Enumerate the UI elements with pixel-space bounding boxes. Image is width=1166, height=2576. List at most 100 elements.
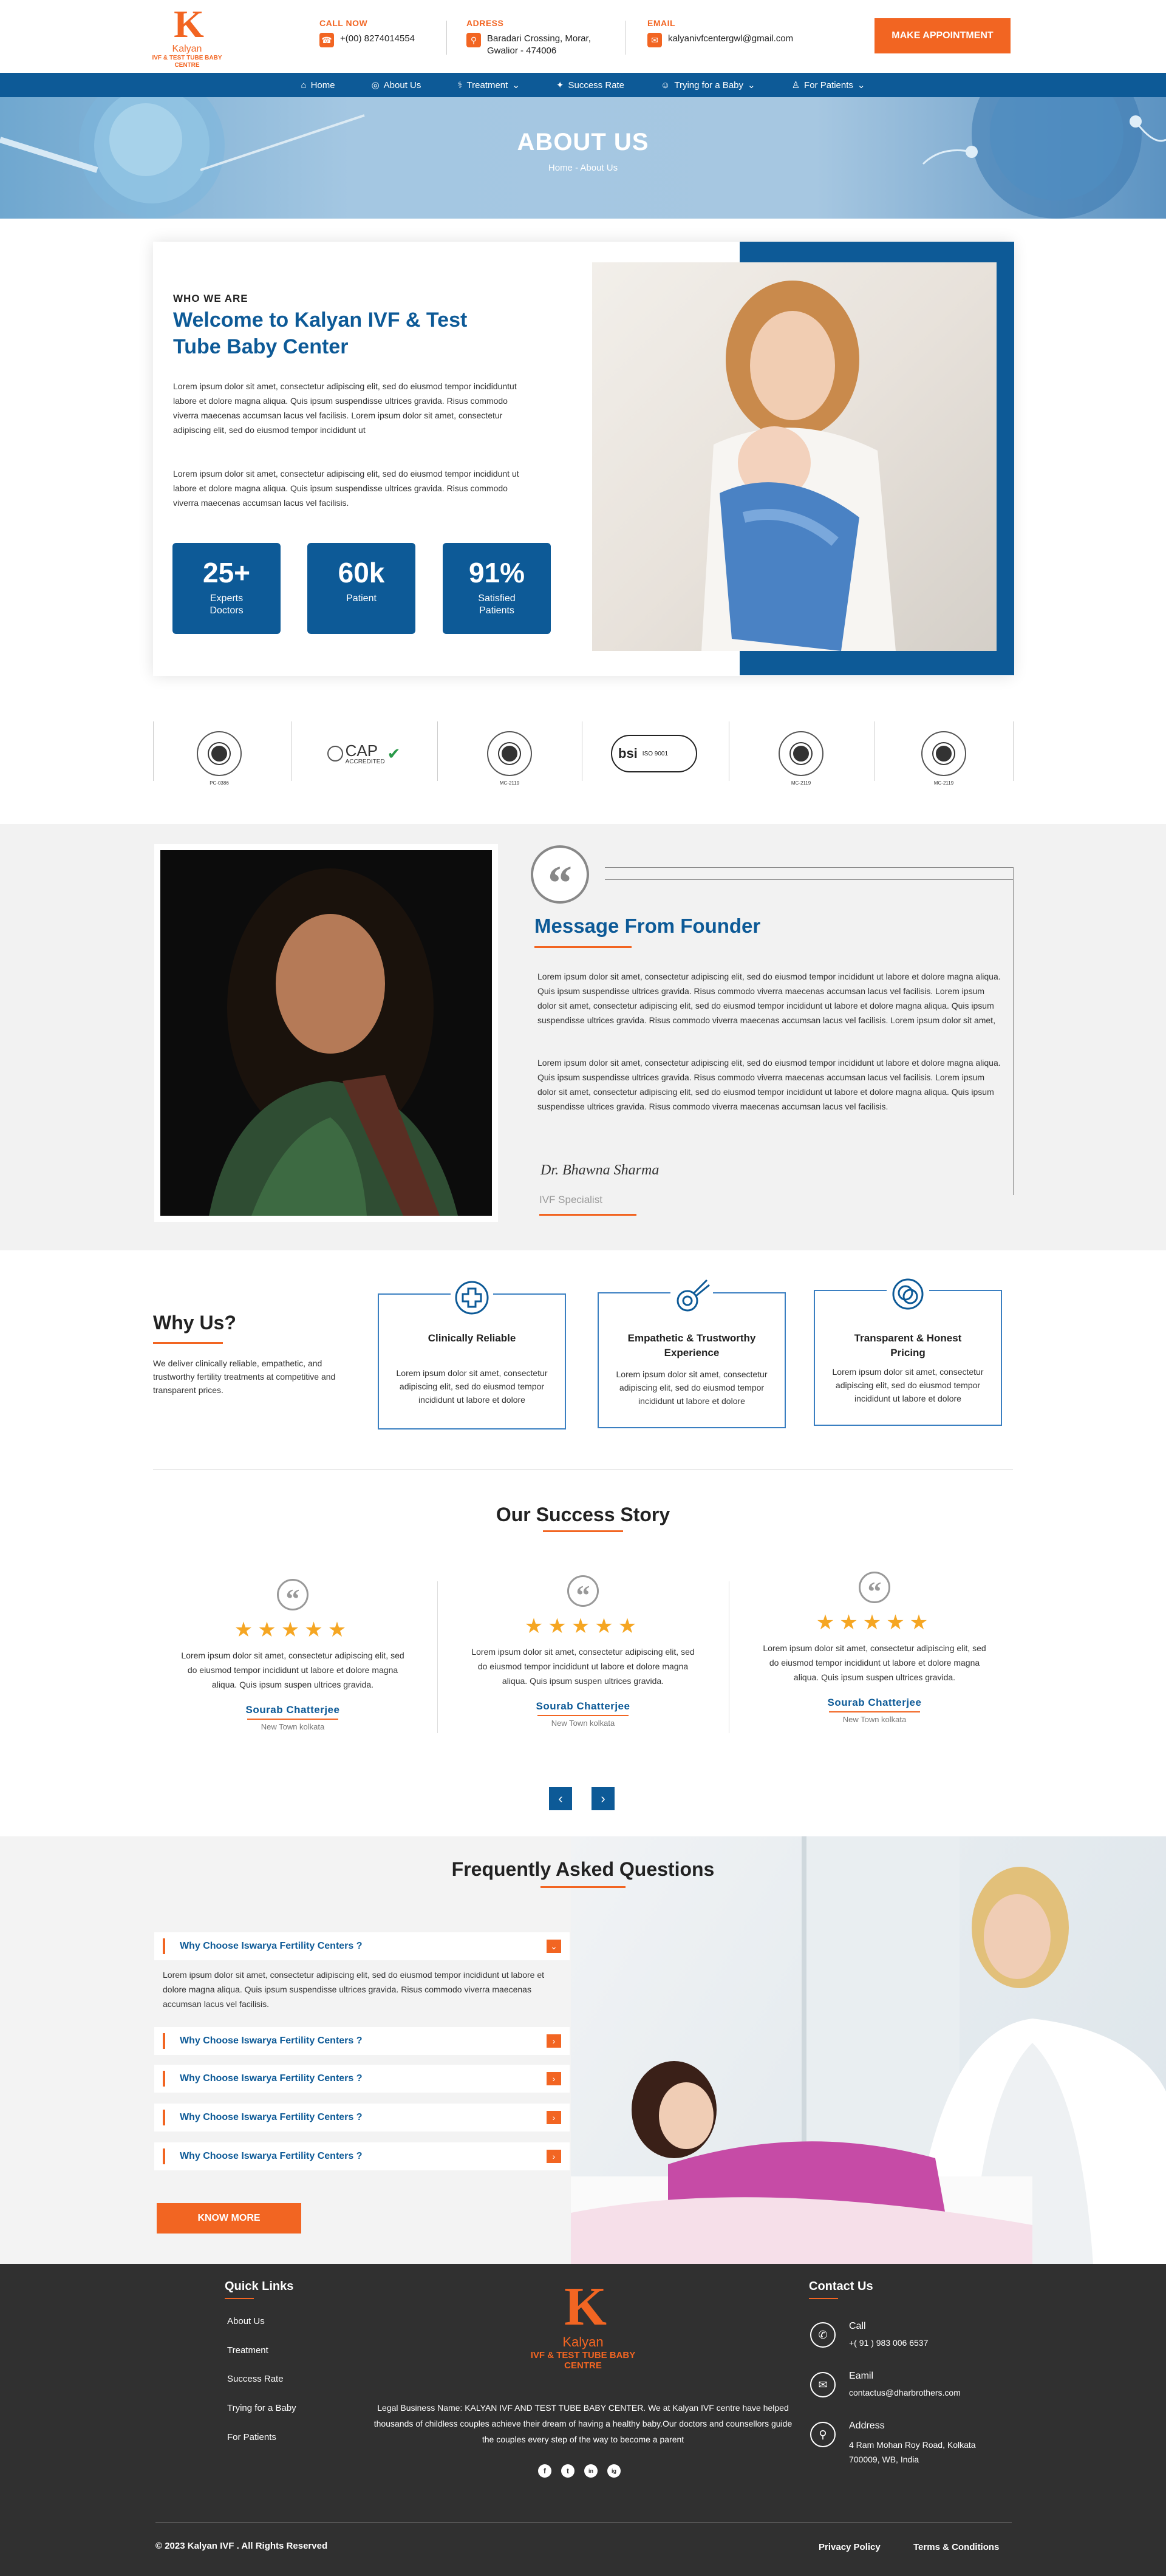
contact-call-value[interactable]: +( 91 ) 983 006 6537 <box>849 2338 928 2348</box>
section-eyebrow: WHO WE ARE <box>173 293 248 304</box>
footer-link-for-patients[interactable]: For Patients <box>227 2432 276 2442</box>
chevron-down-icon[interactable]: ⌄ <box>547 1940 561 1953</box>
nav-item-about-us[interactable]: ◎ About Us <box>372 80 421 91</box>
faq-item[interactable]: Why Choose Iswarya Fertility Centers ? › <box>154 2027 570 2055</box>
nav-item-home[interactable]: ⌂ Home <box>301 80 335 90</box>
testimonial-card: “ ★★★★★ Lorem ipsum dolor sit amet, cons… <box>165 1579 420 1731</box>
mother-baby-illustration <box>701 281 896 651</box>
chevron-right-icon[interactable]: › <box>547 2150 561 2163</box>
chevron-right-icon[interactable]: › <box>547 2111 561 2124</box>
role-underline <box>539 1214 636 1216</box>
seal-icon: PC-0386 <box>197 731 242 786</box>
mail-icon: ✉ <box>647 33 662 47</box>
title-underline <box>809 2298 838 2299</box>
stat-card-patients: 60k Patient <box>307 543 415 634</box>
faq-item[interactable]: Why Choose Iswarya Fertility Centers ? › <box>154 2104 570 2131</box>
carousel-next-button[interactable]: › <box>592 1787 615 1810</box>
sperm-egg-icon <box>670 1275 713 1318</box>
breadcrumb[interactable]: Home - About Us <box>0 163 1166 173</box>
contact-email-value[interactable]: contactus@dharbrothers.com <box>849 2388 961 2397</box>
stat-label: Patient <box>346 593 377 604</box>
testimonial-text: Lorem ipsum dolor sit amet, consectetur … <box>181 1651 404 1689</box>
footer-logo[interactable]: K Kalyan IVF & TEST TUBE BABY CENTRE <box>522 2280 644 2371</box>
accent-bar <box>163 1938 165 1954</box>
about-title: Welcome to Kalyan IVF & Test Tube Baby C… <box>173 308 468 358</box>
stat-number: 60k <box>338 557 385 588</box>
divider <box>446 21 447 55</box>
call-now-number[interactable]: +(00) 8274014554 <box>340 33 415 45</box>
accent-bar <box>163 2071 165 2087</box>
check-icon: ✔ <box>387 744 401 763</box>
stat-label: Experts Doctors <box>210 593 244 616</box>
quote-icon: “ <box>277 1579 309 1614</box>
stat-number: 25+ <box>202 557 251 588</box>
logo-tagline-2: CENTRE <box>564 2360 602 2371</box>
chevron-down-icon: ⌄ <box>857 80 865 90</box>
testimonial-name: Sourab Chatterjee <box>245 1704 340 1716</box>
chevron-right-icon[interactable]: › <box>547 2034 561 2048</box>
nav-item-treatment[interactable]: ⚕ Treatment ⌄ <box>457 80 520 91</box>
title-underline <box>225 2298 254 2299</box>
brand-logo[interactable]: K Kalyan IVF & TEST TUBE BABY CENTRE <box>151 5 223 69</box>
cap-sub-text: ACCREDITED <box>345 758 385 765</box>
faq-item[interactable]: Why Choose Iswarya Fertility Centers ? › <box>154 2142 570 2170</box>
why-card-clinically-reliable: Clinically Reliable Lorem ipsum dolor si… <box>378 1276 566 1429</box>
nav-item-success-rate[interactable]: ✦ Success Rate <box>556 80 624 91</box>
faq-question: Why Choose Iswarya Fertility Centers ? <box>180 2151 363 2161</box>
footer-link-success-rate[interactable]: Success Rate <box>227 2374 284 2384</box>
medical-cross-icon <box>451 1276 493 1319</box>
faq-item-open[interactable]: Why Choose Iswarya Fertility Centers ? ⌄ <box>154 1932 570 1960</box>
faq-question: Why Choose Iswarya Fertility Centers ? <box>180 2112 363 2122</box>
name-underline <box>537 1715 629 1716</box>
main-nav: ⌂ Home ◎ About Us ⚕ Treatment ⌄ ✦ Success Rat… <box>0 73 1166 97</box>
bsi-sub-text: ISO 9001 <box>642 750 669 757</box>
doctor-patient-illustration <box>571 1836 1166 2264</box>
card-description: Lorem ipsum dolor sit amet, consectetur … <box>396 1368 548 1405</box>
carousel-prev-button[interactable]: ‹ <box>549 1787 572 1810</box>
twitter-icon[interactable]: t <box>561 2464 574 2478</box>
nav-item-trying-for-a-baby[interactable]: ☺ Trying for a Baby ⌄ <box>661 80 755 91</box>
know-more-button[interactable]: KNOW MORE <box>157 2203 301 2234</box>
cap-accredited-logo: CAP ACCREDITED ✔ <box>327 743 401 765</box>
testimonial-text: Lorem ipsum dolor sit amet, consectetur … <box>471 1647 695 1686</box>
faq-item[interactable]: Why Choose Iswarya Fertility Centers ? › <box>154 2065 570 2093</box>
logo-name: Kalyan <box>562 2334 604 2349</box>
call-now-block: CALL NOW ☎ +(00) 8274014554 <box>319 18 415 47</box>
address-label: ADRESS <box>466 18 504 28</box>
instagram-icon[interactable]: ig <box>607 2464 621 2478</box>
card-title: Empathetic & Trustworthy Experience <box>627 1332 756 1358</box>
bsi-text: bsi <box>618 746 638 761</box>
nav-item-for-patients[interactable]: ♙ For Patients ⌄ <box>792 80 865 91</box>
testimonial-name: Sourab Chatterjee <box>536 1700 630 1712</box>
about-paragraph-1: Lorem ipsum dolor sit amet, consectetur … <box>173 381 517 435</box>
location-pin-icon: ⚲ <box>466 33 481 47</box>
name-underline <box>829 1711 920 1712</box>
copyright-text: © 2023 Kalyan IVF . All Rights Reserved <box>155 2541 328 2551</box>
home-icon: ⌂ <box>301 80 307 90</box>
facebook-icon[interactable]: f <box>538 2464 551 2478</box>
cert-logo-bsi: bsi ISO 9001 <box>582 725 726 782</box>
page-title: ABOUT US <box>517 129 649 155</box>
footer-link-about-us[interactable]: About Us <box>227 2316 265 2326</box>
success-icon: ✦ <box>556 80 564 90</box>
footer-link-trying-for-a-baby[interactable]: Trying for a Baby <box>227 2403 296 2413</box>
cert-logo-5: MC-2119 <box>729 725 873 786</box>
chevron-right-icon[interactable]: › <box>547 2072 561 2085</box>
contact-call-label: Call <box>849 2321 866 2331</box>
linkedin-icon[interactable]: in <box>584 2464 598 2478</box>
terms-conditions-link[interactable]: Terms & Conditions <box>913 2542 999 2552</box>
email-block: EMAIL ✉ kalyanivfcentergwl@gmail.com <box>647 18 793 47</box>
logo-name: Kalyan <box>172 44 202 54</box>
coins-icon <box>887 1273 929 1315</box>
testimonial-location: New Town kolkata <box>551 1719 615 1728</box>
footer-link-treatment[interactable]: Treatment <box>227 2345 268 2356</box>
seal-icon: MC-2119 <box>779 731 823 786</box>
accent-bar <box>163 2148 165 2164</box>
make-appointment-button[interactable]: MAKE APPOINTMENT <box>874 18 1011 53</box>
email-value[interactable]: kalyanivfcentergwl@gmail.com <box>668 33 793 45</box>
contact-address-label: Address <box>849 2421 885 2431</box>
cert-logo-cap: CAP ACCREDITED ✔ <box>292 725 436 782</box>
privacy-policy-link[interactable]: Privacy Policy <box>819 2542 881 2552</box>
contact-email-label: Eamil <box>849 2371 874 2381</box>
founder-role: IVF Specialist <box>539 1194 602 1205</box>
